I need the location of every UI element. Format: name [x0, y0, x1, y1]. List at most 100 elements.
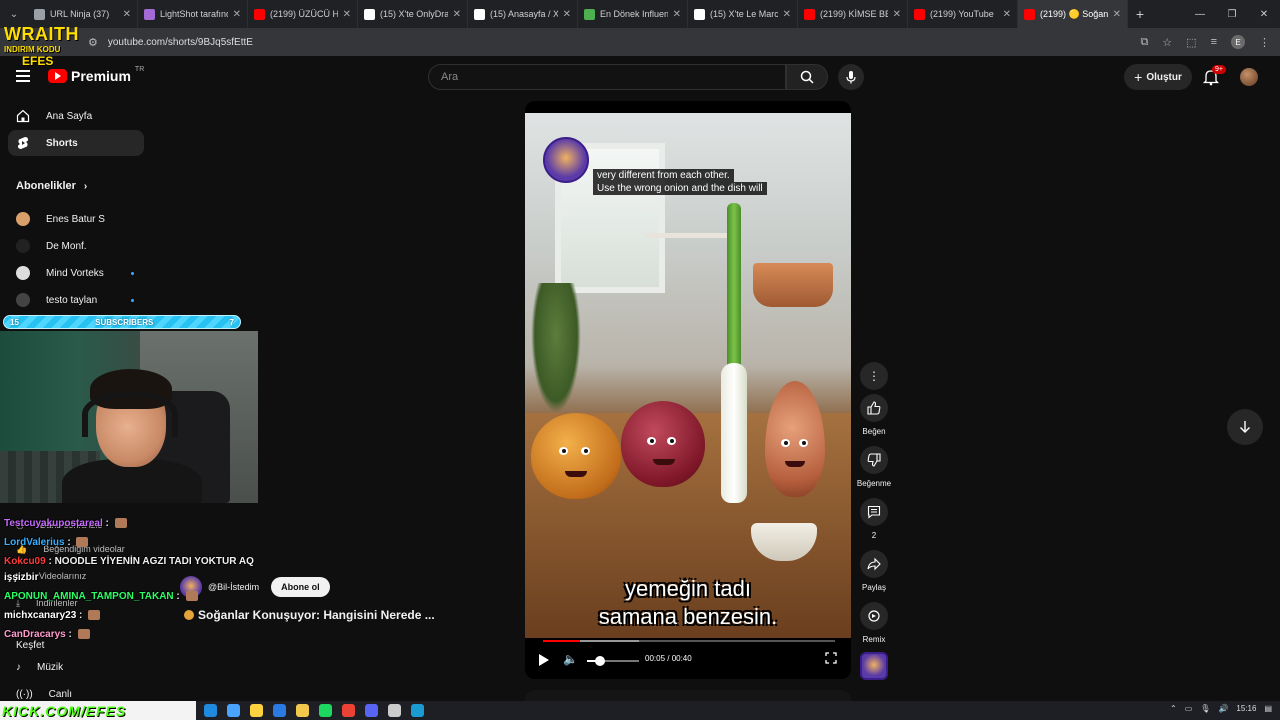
onion-emoji-icon — [184, 610, 194, 620]
extensions-icon[interactable]: ⬚ — [1186, 36, 1196, 49]
taskbar-app-icon[interactable] — [250, 704, 263, 717]
browser-tab-bar: ⌄ URL Ninja (37)✕LightShot tarafında✕(21… — [0, 0, 1280, 28]
url-field[interactable]: youtube.com/shorts/9BJq5sfEttE — [108, 37, 253, 48]
channel-name: testo taylan — [46, 294, 98, 306]
top-caption: very different from each other. Use the … — [593, 169, 767, 195]
voice-search-button[interactable] — [838, 64, 864, 90]
browser-tab[interactable]: (2199) KİMSE BEN ✕ — [798, 0, 908, 28]
tab-close-icon[interactable]: ✕ — [233, 9, 241, 20]
sidebar-channel-item[interactable]: testo taylan — [8, 287, 144, 313]
speaker-icon[interactable]: 🔊 — [1218, 704, 1228, 713]
channel-row: @Bil-İstedim Abone ol — [180, 576, 330, 598]
like-button[interactable] — [860, 394, 888, 422]
tab-close-icon[interactable]: ✕ — [343, 9, 351, 20]
taskbar-app-icon[interactable] — [319, 704, 332, 717]
sidebar-item-shorts[interactable]: Shorts — [8, 130, 144, 156]
channel-audio-thumbnail[interactable] — [860, 652, 888, 680]
taskbar-app-icon[interactable] — [342, 704, 355, 717]
channel-name: Mind Vorteks — [46, 267, 104, 279]
shorts-player[interactable]: very different from each other. Use the … — [525, 101, 851, 679]
browser-tab[interactable]: (15) X'te Le Marc ✕ — [688, 0, 798, 28]
taskbar-app-icon[interactable] — [227, 704, 240, 717]
channel-handle[interactable]: @Bil-İstedim — [208, 582, 259, 592]
notification-center-icon[interactable]: ▤ — [1264, 704, 1272, 713]
address-bar-actions: ⧉ ☆ ⬚ ≡ E ⋮ — [1140, 28, 1270, 56]
taskbar-app-icon[interactable] — [296, 704, 309, 717]
close-window-button[interactable]: ✕ — [1248, 0, 1280, 28]
taskbar-app-icon[interactable] — [204, 704, 217, 717]
more-options-button[interactable]: ⋮ — [860, 362, 888, 390]
volume-slider[interactable] — [587, 656, 639, 666]
subscribe-button[interactable]: Abone ol — [271, 577, 330, 597]
sidebar-channel-item[interactable]: Mind Vorteks — [8, 260, 144, 286]
sidebar-item-music[interactable]: ♪ Müzik — [8, 654, 144, 680]
tab-close-icon[interactable]: ✕ — [673, 9, 681, 20]
network-icon[interactable]: ▭ — [1185, 704, 1193, 713]
site-info-icon[interactable]: ⚙ — [88, 36, 98, 49]
maximize-button[interactable]: ❐ — [1216, 0, 1248, 28]
herb-plant — [531, 283, 581, 413]
minimize-button[interactable]: — — [1184, 0, 1216, 28]
chevron-up-icon[interactable]: ⌃ — [1170, 704, 1177, 713]
tab-close-icon[interactable]: ✕ — [123, 9, 131, 20]
comments-button[interactable] — [860, 498, 888, 526]
next-short-button[interactable] — [1227, 409, 1263, 445]
media-controls-icon[interactable]: ≡ — [1211, 36, 1217, 48]
share-button[interactable] — [860, 550, 888, 578]
tab-title: (2199) KİMSE BEN — [820, 9, 888, 19]
chat-username: işşizbir — [4, 572, 39, 583]
youtube-premium-logo[interactable]: Premium TR — [48, 66, 144, 84]
fullscreen-icon[interactable] — [825, 652, 837, 664]
taskbar-app-icon[interactable] — [273, 704, 286, 717]
browser-tab[interactable]: LightShot tarafında ✕ — [138, 0, 248, 28]
search-button[interactable] — [786, 64, 828, 90]
taskbar-app-icon[interactable] — [388, 704, 401, 717]
browser-tab[interactable]: (2199) ÜZÜCÜ HTR ✕ — [248, 0, 358, 28]
remix-button[interactable] — [860, 602, 888, 630]
install-app-icon[interactable]: ⧉ — [1140, 36, 1148, 49]
sidebar-channel-item[interactable]: Enes Batur S — [8, 206, 144, 232]
tab-close-icon[interactable]: ✕ — [1113, 9, 1121, 20]
volume-icon[interactable]: 🔈 — [563, 652, 578, 666]
sidebar-item-home[interactable]: Ana Sayfa — [8, 103, 144, 129]
dislike-button[interactable] — [860, 446, 888, 474]
subscriptions-heading[interactable]: Abonelikler › — [16, 180, 87, 192]
tab-favicon-icon — [364, 8, 375, 20]
sponsor-logo-subtitle: INDIRIM KODU — [4, 45, 61, 54]
taskbar-app-icon[interactable] — [365, 704, 378, 717]
play-icon[interactable] — [539, 654, 549, 666]
progress-bar[interactable] — [543, 640, 835, 642]
create-button[interactable]: + Oluştur — [1124, 64, 1192, 90]
account-avatar[interactable] — [1240, 68, 1258, 86]
microphone-icon[interactable]: 🎙 — [1200, 704, 1210, 713]
menu-icon[interactable] — [16, 70, 30, 82]
tab-close-icon[interactable]: ✕ — [783, 9, 791, 20]
browser-menu-icon[interactable]: ⋮ — [1259, 36, 1270, 49]
subscriber-goal-current: 15 — [10, 317, 19, 327]
chat-message: APONUN_AMINA_TAMPON_TAKAN : — [4, 591, 198, 602]
browser-tab[interactable]: (2199) YouTube ✕ — [908, 0, 1018, 28]
tab-close-icon[interactable]: ✕ — [1003, 9, 1011, 20]
tab-close-icon[interactable]: ✕ — [893, 9, 901, 20]
browser-tab[interactable]: (15) X'te OnlyDra ✕ — [358, 0, 468, 28]
browser-tab[interactable]: En Dönek Influenc ✕ — [578, 0, 688, 28]
bookmark-star-icon[interactable]: ☆ — [1162, 36, 1172, 49]
tab-close-icon[interactable]: ✕ — [563, 9, 571, 20]
sidebar-item-label: Müzik — [37, 661, 64, 673]
short-title[interactable]: Soğanlar Konuşuyor: Hangisini Nerede ... — [184, 608, 435, 622]
sidebar-channel-item[interactable]: De Monf. — [8, 233, 144, 259]
volume-knob[interactable] — [595, 656, 605, 666]
tab-favicon-icon — [694, 8, 705, 20]
new-tab-button[interactable]: + — [1128, 6, 1152, 22]
arrow-down-icon — [1240, 421, 1250, 433]
tab-close-icon[interactable]: ✕ — [453, 9, 461, 20]
clock[interactable]: 15:16 — [1236, 704, 1256, 713]
browser-tab[interactable]: (2199) 🟡 Soğan ✕ — [1018, 0, 1128, 28]
chat-username: LordValerius — [4, 537, 65, 548]
subscriber-goal-target: 7 — [229, 317, 234, 327]
taskbar-app-icon[interactable] — [411, 704, 424, 717]
search-input[interactable]: Ara — [428, 64, 786, 90]
browser-tab[interactable]: (15) Anasayfa / X ✕ — [468, 0, 578, 28]
profile-avatar[interactable]: E — [1231, 35, 1245, 49]
chat-username: michxcanary23 — [4, 610, 77, 621]
